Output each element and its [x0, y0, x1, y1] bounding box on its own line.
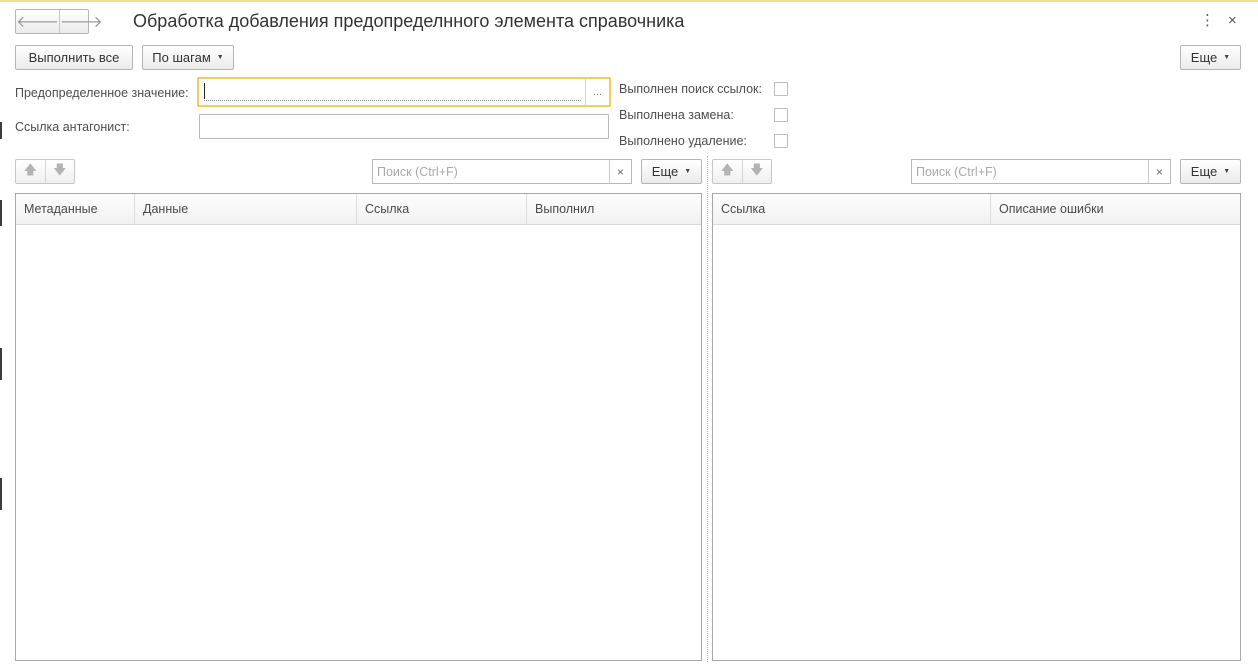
predefined-value-label: Предопределенное значение: [15, 86, 189, 100]
window-title: Обработка добавления предопределнного эл… [133, 11, 685, 31]
arrow-down-icon: 🡇 [750, 161, 764, 177]
field-underline [204, 100, 581, 101]
clear-search-button[interactable]: × [609, 160, 631, 183]
column-header[interactable]: Ссылка [357, 194, 527, 224]
arrow-right-icon: 🡒 [59, 14, 103, 31]
right-table-header: Ссылка Описание ошибки [713, 194, 1240, 225]
navigation-buttons: 🡐 🡒 [15, 9, 103, 34]
left-more-button[interactable]: Еще ▼ [641, 159, 702, 184]
search-done-label: Выполнен поиск ссылок: [619, 82, 762, 96]
delete-done-label: Выполнено удаление: [619, 134, 747, 148]
arrow-up-icon: 🡅 [23, 161, 37, 177]
chevron-down-icon: ▼ [216, 54, 224, 61]
column-header[interactable]: Описание ошибки [991, 194, 1240, 224]
antagonist-field[interactable] [199, 114, 609, 139]
run-all-button[interactable]: Выполнить все [15, 45, 133, 70]
left-table[interactable]: Метаданные Данные Ссылка Выполнил [15, 193, 702, 661]
left-search-box: × [372, 159, 632, 184]
move-down-button[interactable]: 🡇 [741, 160, 772, 183]
run-all-label: Выполнить все [28, 50, 120, 65]
chevron-down-icon: ▼ [684, 168, 692, 175]
delete-done-checkbox[interactable] [774, 134, 788, 148]
panel-splitter[interactable] [707, 156, 708, 662]
close-icon[interactable]: × [1228, 12, 1237, 29]
left-move-buttons: 🡅 🡇 [15, 159, 75, 184]
clear-icon: × [1155, 164, 1163, 179]
move-up-button[interactable]: 🡅 [16, 160, 45, 183]
move-down-button[interactable]: 🡇 [44, 160, 75, 183]
right-table[interactable]: Ссылка Описание ошибки [712, 193, 1241, 661]
right-more-label: Еще [1190, 164, 1218, 179]
left-search-input[interactable] [375, 163, 600, 180]
search-done-checkbox[interactable] [774, 82, 788, 96]
chevron-down-icon: ▼ [1223, 54, 1231, 61]
window-top-border [0, 0, 1258, 2]
background-edge [0, 0, 3, 672]
arrow-down-icon: 🡇 [53, 161, 67, 177]
clear-icon: × [616, 164, 624, 179]
chevron-down-icon: ▼ [1223, 168, 1231, 175]
more-actions-icon[interactable]: ⋮ [1200, 11, 1215, 29]
right-search-input[interactable] [914, 163, 1139, 180]
antagonist-label: Ссылка антагонист: [15, 120, 130, 134]
ellipsis-icon: ... [592, 86, 603, 98]
right-search-box: × [911, 159, 1171, 184]
replace-done-checkbox[interactable] [774, 108, 788, 122]
replace-done-label: Выполнена замена: [619, 108, 734, 122]
left-more-label: Еще [651, 164, 679, 179]
column-header[interactable]: Метаданные [16, 194, 135, 224]
choose-button[interactable]: ... [585, 79, 609, 105]
column-header[interactable]: Данные [135, 194, 357, 224]
back-button[interactable]: 🡐 [16, 10, 59, 33]
right-more-button[interactable]: Еще ▼ [1180, 159, 1241, 184]
step-by-step-label: По шагам [152, 50, 211, 65]
arrow-up-icon: 🡅 [720, 161, 734, 177]
text-cursor [204, 83, 205, 99]
more-button[interactable]: Еще ▼ [1180, 45, 1241, 70]
forward-button[interactable]: 🡒 [58, 10, 103, 33]
right-move-buttons: 🡅 🡇 [712, 159, 772, 184]
predefined-value-field[interactable]: ... [197, 77, 611, 107]
column-header[interactable]: Выполнил [527, 194, 701, 224]
step-by-step-button[interactable]: По шагам ▼ [142, 45, 234, 70]
left-table-header: Метаданные Данные Ссылка Выполнил [16, 194, 701, 225]
arrow-left-icon: 🡐 [16, 14, 59, 31]
column-header[interactable]: Ссылка [713, 194, 991, 224]
clear-search-button[interactable]: × [1148, 160, 1170, 183]
more-label: Еще [1190, 50, 1218, 65]
move-up-button[interactable]: 🡅 [713, 160, 742, 183]
